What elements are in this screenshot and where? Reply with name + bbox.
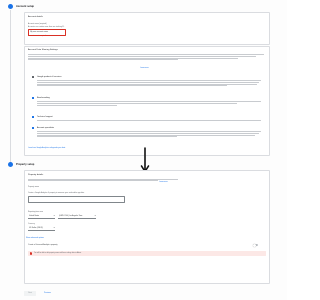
- country-value: United States: [29, 214, 40, 217]
- account-details-heading: Account details: [28, 16, 43, 18]
- property-learn-more-link[interactable]: Learn more: [159, 181, 168, 183]
- notice-text: You will be able to edit property name a…: [34, 252, 82, 254]
- ua-toggle-label: Create a Universal Analytics property: [28, 244, 58, 246]
- account-specialists-label: Account specialists: [37, 126, 55, 129]
- benchmarking-description: [37, 101, 261, 106]
- step2-header: Property setup: [8, 162, 34, 167]
- google-products-checkbox[interactable]: [32, 76, 35, 79]
- previous-button[interactable]: Previous: [44, 291, 58, 296]
- benchmarking-label: Benchmarking: [37, 96, 50, 99]
- technical-support-label: Technical support: [37, 115, 53, 118]
- step1-indicator: [8, 4, 13, 9]
- property-details-description: [28, 178, 178, 183]
- property-name-field[interactable]: [28, 196, 125, 203]
- currency-value: US Dollar (USD $): [29, 226, 43, 229]
- chevron-down-icon: ▾: [94, 214, 96, 217]
- account-name-error: Account name is required: [28, 35, 47, 37]
- currency-select[interactable]: US Dollar (USD $) ▾: [28, 226, 55, 231]
- sharing-heading: Account Data Sharing Settings: [28, 49, 58, 51]
- sharing-learn-more-link[interactable]: Learn more: [140, 67, 149, 69]
- sharing-intro-text: [28, 54, 264, 61]
- account-specialists-checkbox[interactable]: [32, 127, 35, 130]
- data-sharing-card: Account Data Sharing Settings Learn more…: [24, 46, 270, 156]
- technical-support-checkbox[interactable]: [32, 116, 35, 119]
- property-details-label: Property details: [28, 174, 44, 176]
- account-name-value: My new account name: [30, 31, 49, 34]
- property-details-card: Property details Learn more Property nam…: [24, 170, 270, 284]
- step1-header: Account setup: [8, 4, 34, 9]
- advanced-options-link[interactable]: Show advanced options: [26, 237, 44, 239]
- step-connector: [10, 10, 11, 165]
- account-details-card: Account details Account name (required) …: [24, 12, 270, 45]
- step2-indicator: [8, 162, 13, 167]
- safeguards-link[interactable]: Learn how Google Analytics safeguards yo…: [28, 147, 65, 149]
- step1-title: Account setup: [16, 5, 35, 8]
- step2-title: Property setup: [16, 163, 35, 166]
- currency-label: Currency: [28, 223, 35, 225]
- ua-toggle-knob: [253, 243, 256, 247]
- next-button[interactable]: Next: [24, 291, 36, 296]
- property-name-hint: Create a Google Analytics 4 property to …: [28, 192, 85, 194]
- account-name-hint: Accounts can contain more than one track…: [28, 25, 65, 28]
- account-specialists-description: [37, 131, 261, 138]
- analytics-setup-page: Account setup Account details Account na…: [0, 0, 287, 300]
- ua-toggle[interactable]: [253, 243, 258, 247]
- chevron-down-icon: ▾: [53, 214, 55, 217]
- google-products-description: [37, 80, 261, 87]
- benchmarking-checkbox[interactable]: [32, 97, 35, 100]
- technical-support-description: [37, 120, 261, 122]
- timezone-label: Reporting time zone: [28, 211, 44, 213]
- timezone-value: (GMT-07:00) Los Angeles Time: [59, 214, 83, 217]
- property-name-label: Property name: [28, 186, 40, 188]
- info-notice: ! You will be able to edit property name…: [28, 251, 266, 256]
- country-select[interactable]: United States ▾: [28, 214, 55, 219]
- google-products-label: Google products & services: [37, 75, 62, 78]
- timezone-select[interactable]: (GMT-07:00) Los Angeles Time ▾: [58, 214, 96, 219]
- chevron-down-icon: ▾: [53, 226, 55, 229]
- warning-icon: !: [30, 252, 33, 255]
